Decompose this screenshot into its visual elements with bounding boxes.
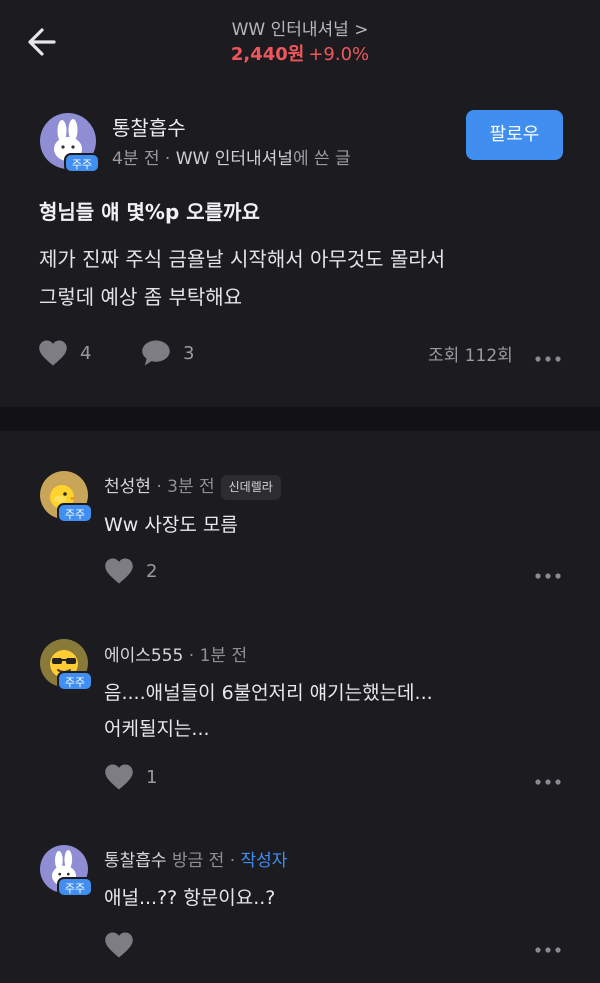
comment-text: 음....애널들이 6불언저리 얘기는했는데... 어케될지는... bbox=[104, 675, 433, 747]
heart-icon bbox=[105, 932, 133, 958]
post-comment-button[interactable]: 3 bbox=[141, 339, 194, 367]
comment-meta: 통찰흡수 방금 전 · 작성자 bbox=[104, 846, 287, 871]
post-time: 4분 전 bbox=[112, 149, 160, 169]
comment-author[interactable]: 천성현 bbox=[104, 477, 151, 497]
post-actions: 4 3 조회 112회 bbox=[0, 335, 600, 371]
comment-author[interactable]: 통찰흡수 bbox=[104, 851, 167, 871]
post-body-line: 그렇데 예상 좀 부탁해요 bbox=[39, 285, 243, 309]
post-body-line: 제가 진짜 주식 금욜날 시작해서 아무것도 몰라서 bbox=[39, 247, 446, 271]
heart-icon bbox=[39, 340, 67, 366]
speech-bubble-icon bbox=[142, 340, 170, 366]
comment-author[interactable]: 에이스555 bbox=[104, 646, 183, 666]
post-comment-count: 3 bbox=[183, 342, 195, 364]
comment-meta: 천성현 · 3분 전 신데렐라 bbox=[104, 472, 281, 500]
shareholder-badge: 주주 bbox=[64, 153, 100, 173]
view-count: 조회 112회 bbox=[428, 346, 513, 366]
comment-avatar[interactable]: 주주 bbox=[40, 845, 93, 897]
price-change: +9.0% bbox=[308, 44, 370, 65]
follow-button[interactable]: 팔로우 bbox=[466, 110, 563, 160]
comment-text-line: 음....애널들이 6불언저리 얘기는했는데... bbox=[104, 682, 433, 704]
stock-name-link[interactable]: WW 인터내셔널 > bbox=[0, 15, 600, 40]
comment-time: · 1분 전 bbox=[183, 646, 248, 666]
comment-like-count: 2 bbox=[146, 560, 158, 582]
price-value: 2,440원 bbox=[230, 44, 305, 65]
more-horizontal-icon bbox=[535, 779, 561, 785]
more-horizontal-icon bbox=[535, 356, 561, 362]
author-label: 작성자 bbox=[240, 851, 288, 871]
comment-meta: 에이스555 · 1분 전 bbox=[104, 641, 247, 666]
comment-more-button[interactable] bbox=[534, 566, 562, 579]
post-like-button[interactable]: 4 bbox=[38, 339, 91, 367]
shareholder-badge: 주주 bbox=[57, 671, 93, 691]
comment-avatar[interactable]: 주주 bbox=[40, 639, 93, 691]
post-meta: 4분 전 · WW 인터내셔널에 쓴 글 bbox=[112, 144, 351, 169]
section-divider bbox=[0, 407, 600, 431]
post-author-avatar[interactable]: 주주 bbox=[40, 113, 100, 173]
more-horizontal-icon bbox=[535, 573, 561, 579]
comment-text-line: 어케될지는... bbox=[104, 718, 210, 740]
user-tag: 신데렐라 bbox=[220, 474, 281, 500]
header: WW 인터내셔널 > 2,440원 +9.0% bbox=[0, 0, 600, 80]
post-body: 제가 진짜 주식 금욜날 시작해서 아무것도 몰라서 그렇데 예상 좀 부탁해요 bbox=[39, 240, 569, 316]
comment-avatar[interactable]: 주주 bbox=[40, 471, 93, 523]
post-title: 형님들 얘 몇%p 오를까요 bbox=[39, 200, 260, 224]
comment-more-button[interactable] bbox=[534, 940, 562, 953]
board-link[interactable]: WW 인터내셔널 bbox=[176, 149, 293, 169]
comment-like-count: 1 bbox=[146, 766, 158, 788]
comment-like-button[interactable]: 1 bbox=[104, 763, 157, 791]
post-like-count: 4 bbox=[80, 342, 92, 364]
more-horizontal-icon bbox=[535, 947, 561, 953]
comment-time: · 3분 전 bbox=[150, 477, 215, 497]
comment-time: 방금 전 · bbox=[166, 851, 241, 871]
comment-text: 애널...?? 항문이요..? bbox=[104, 880, 275, 916]
comment-text: Ww 사장도 모름 bbox=[104, 507, 238, 543]
meta-separator: · bbox=[159, 149, 176, 169]
comment-more-button[interactable] bbox=[534, 772, 562, 785]
stock-price: 2,440원 +9.0% bbox=[0, 40, 600, 66]
comment-like-button[interactable] bbox=[104, 931, 134, 959]
heart-icon bbox=[105, 764, 133, 790]
heart-icon bbox=[105, 558, 133, 584]
board-suffix: 에 쓴 글 bbox=[292, 149, 351, 169]
comment-like-button[interactable]: 2 bbox=[104, 557, 157, 585]
post-more-button[interactable] bbox=[534, 349, 562, 362]
shareholder-badge: 주주 bbox=[57, 877, 93, 897]
comment-text-line: Ww 사장도 모름 bbox=[104, 514, 238, 536]
comment-text-line: 애널...?? 항문이요..? bbox=[104, 887, 276, 909]
shareholder-badge: 주주 bbox=[57, 503, 93, 523]
post-author-name[interactable]: 통찰흡수 bbox=[112, 112, 186, 141]
